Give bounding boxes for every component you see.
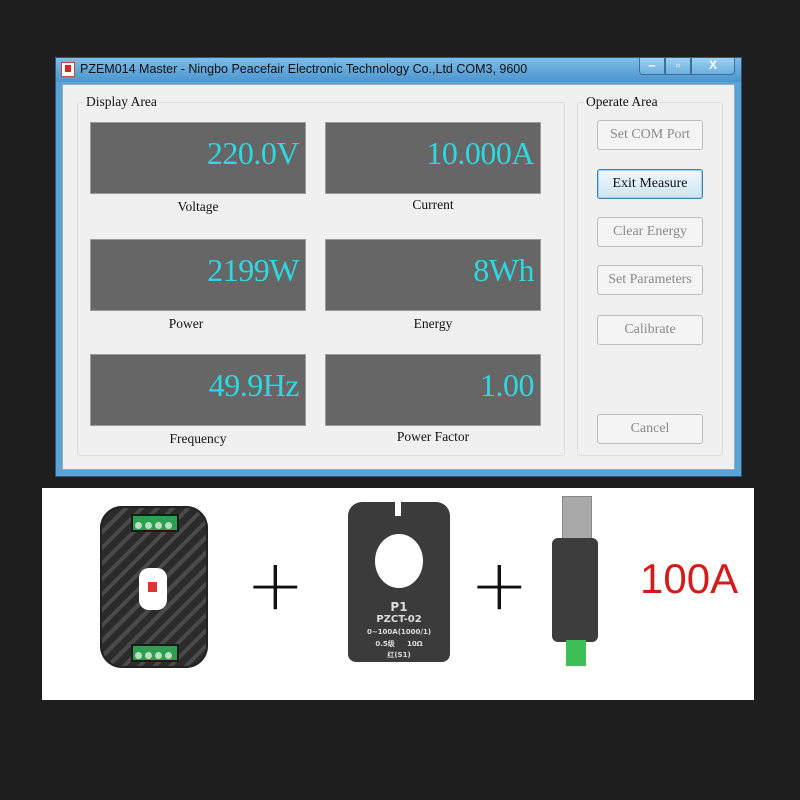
app-window: PZEM014 Master - Ningbo Peacefair Electr… bbox=[55, 57, 742, 477]
clear-energy-button[interactable]: Clear Energy bbox=[597, 217, 703, 247]
power-label: Power bbox=[168, 316, 204, 331]
ct-text-line: 红(S1) bbox=[387, 651, 411, 659]
window-title: PZEM014 Master - Ningbo Peacefair Electr… bbox=[80, 62, 528, 76]
usb-adapter-terminal bbox=[566, 640, 586, 666]
operate-area-group: Operate Area Set COM Port Exit Measure C… bbox=[577, 94, 723, 456]
current-label: Current bbox=[412, 197, 454, 212]
usb-rs485-adapter bbox=[552, 538, 598, 642]
set-parameters-button[interactable]: Set Parameters bbox=[597, 265, 703, 295]
power-factor-display: 1.00 bbox=[325, 354, 541, 426]
usb-plug bbox=[562, 496, 592, 542]
ct-text-line: 0.5级 10Ω bbox=[375, 640, 423, 648]
calibrate-button[interactable]: Calibrate bbox=[597, 315, 703, 345]
voltage-display: 220.0V bbox=[90, 122, 306, 194]
product-bundle-image: + P1 PZCT-02 0~100A(1000/1) 0.5级 10Ω 红(S… bbox=[42, 488, 754, 700]
power-factor-value: 1.00 bbox=[480, 367, 535, 403]
voltage-value: 220.0V bbox=[206, 135, 300, 171]
plus-sign: + bbox=[246, 544, 305, 626]
exit-measure-button[interactable]: Exit Measure bbox=[597, 169, 703, 199]
minimize-button[interactable]: ‒ bbox=[639, 58, 665, 75]
power-display: 2199W bbox=[90, 239, 306, 311]
operate-area-label: Operate Area bbox=[584, 94, 660, 110]
ct-text-line: PZCT-02 bbox=[376, 614, 422, 625]
bottom-terminal-block bbox=[131, 644, 179, 662]
frequency-value: 49.9Hz bbox=[208, 367, 300, 403]
set-com-port-button[interactable]: Set COM Port bbox=[597, 120, 703, 150]
client-area: Display Area 220.0V Voltage 10.000A Curr… bbox=[62, 84, 735, 470]
ct-text-line: 0~100A(1000/1) bbox=[366, 628, 432, 636]
power-value: 2199W bbox=[207, 252, 299, 288]
ct-split-slot bbox=[395, 502, 401, 516]
energy-value: 8Wh bbox=[473, 252, 534, 288]
energy-label: Energy bbox=[413, 316, 453, 331]
frequency-display: 49.9Hz bbox=[90, 354, 306, 426]
current-display: 10.000A bbox=[325, 122, 541, 194]
window-controls: ‒ ▫ X bbox=[639, 58, 735, 76]
display-area-group: Display Area 220.0V Voltage 10.000A Curr… bbox=[77, 94, 565, 456]
current-value: 10.000A bbox=[426, 135, 534, 171]
cancel-button[interactable]: Cancel bbox=[597, 414, 703, 444]
energy-display: 8Wh bbox=[325, 239, 541, 311]
maximize-button[interactable]: ▫ bbox=[665, 58, 691, 75]
current-rating-label: 100A bbox=[640, 555, 739, 602]
top-terminal-block bbox=[131, 514, 179, 532]
brand-label-icon bbox=[139, 568, 167, 610]
plus-sign: + bbox=[470, 544, 529, 626]
power-factor-label: Power Factor bbox=[396, 429, 470, 444]
frequency-label: Frequency bbox=[169, 431, 227, 446]
app-logo-icon bbox=[61, 62, 75, 77]
title-bar[interactable]: PZEM014 Master - Ningbo Peacefair Electr… bbox=[56, 58, 741, 82]
ct-hole bbox=[375, 534, 423, 588]
display-area-label: Display Area bbox=[84, 94, 159, 110]
ct-text-line: P1 bbox=[390, 600, 408, 614]
close-button[interactable]: X bbox=[691, 58, 735, 75]
voltage-label: Voltage bbox=[177, 199, 219, 214]
pzem-meter-module bbox=[100, 506, 208, 668]
current-transformer: P1 PZCT-02 0~100A(1000/1) 0.5级 10Ω 红(S1) bbox=[348, 502, 450, 662]
